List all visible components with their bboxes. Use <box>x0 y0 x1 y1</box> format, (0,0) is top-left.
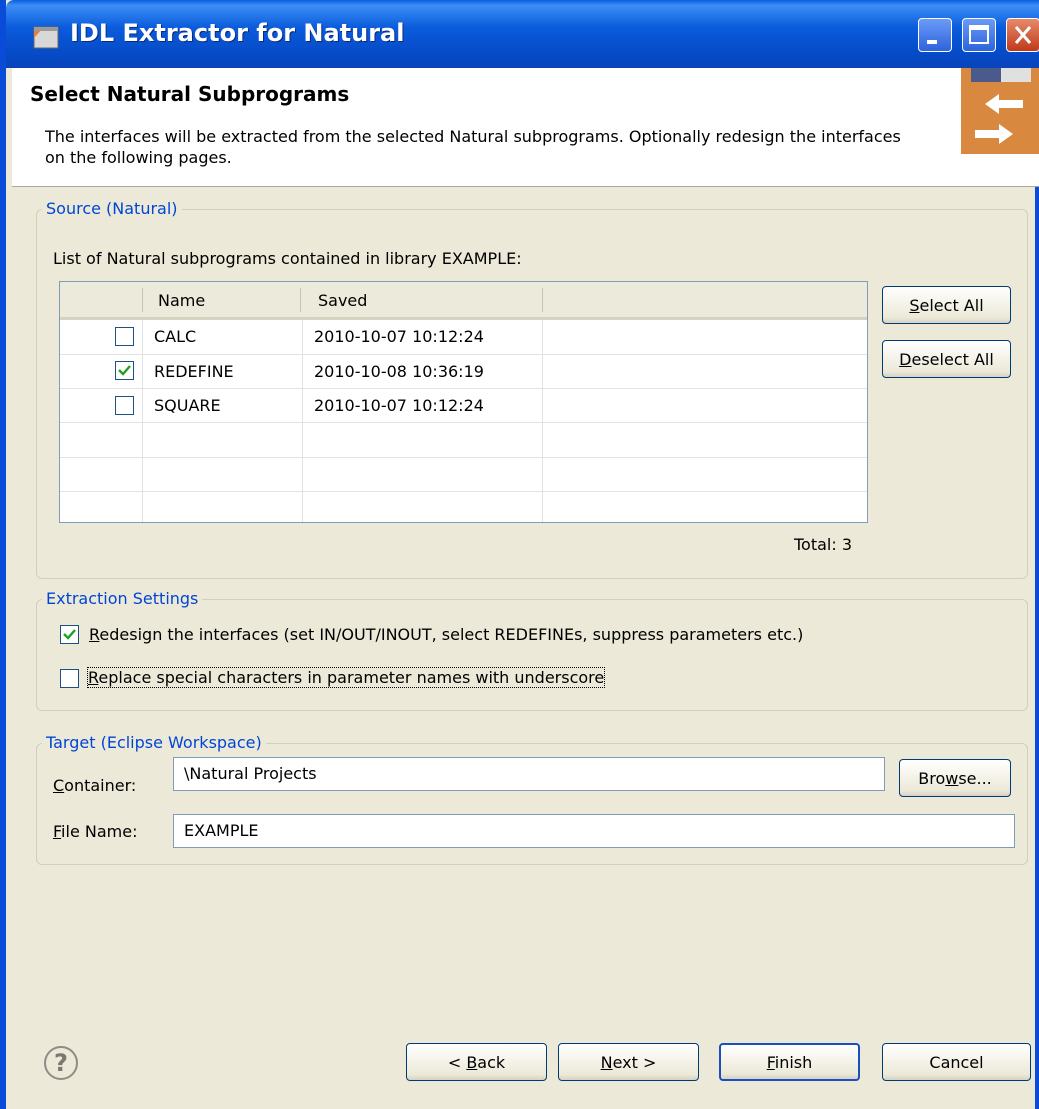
wizard-header: Select Natural Subprograms The interface… <box>12 68 1039 187</box>
label-text: edesign the interfaces (set IN/OUT/INOUT… <box>99 625 804 644</box>
row-name: SQUARE <box>154 396 221 415</box>
header-separator <box>542 288 543 312</box>
next-button[interactable]: Next > <box>558 1043 699 1081</box>
row-name: CALC <box>154 327 197 346</box>
page-description: The interfaces will be extracted from th… <box>45 127 901 167</box>
target-legend: Target (Eclipse Workspace) <box>42 733 266 752</box>
extraction-legend: Extraction Settings <box>42 589 203 608</box>
finish-button[interactable]: Finish <box>719 1043 860 1081</box>
back-button[interactable]: < Back <box>406 1043 547 1081</box>
redesign-label[interactable]: Redesign the interfaces (set IN/OUT/INOU… <box>89 625 803 644</box>
mnemonic: R <box>88 668 99 687</box>
table-header: Name Saved <box>60 282 867 320</box>
row-saved: 2010-10-07 10:12:24 <box>314 327 484 346</box>
list-label: List of Natural subprograms contained in… <box>53 249 522 268</box>
wizard-window: IDL Extractor for Natural Select Natural… <box>0 0 1039 1109</box>
label-text: ontainer: <box>64 776 137 795</box>
button-label: eselect All <box>911 349 994 369</box>
grid-line <box>60 354 867 355</box>
filename-label: File Name: <box>53 822 137 841</box>
header-separator <box>300 288 301 312</box>
row-checkbox-calc[interactable] <box>115 327 134 346</box>
column-header-name[interactable]: Name <box>158 291 205 310</box>
button-label: ext > <box>612 1052 657 1072</box>
row-saved: 2010-10-07 10:12:24 <box>314 396 484 415</box>
close-button[interactable] <box>1006 18 1039 52</box>
container-label: Container: <box>53 776 136 795</box>
button-label: inish <box>774 1052 813 1072</box>
header-separator <box>142 288 143 312</box>
wizard-banner-icon <box>961 68 1039 154</box>
maximize-icon <box>969 25 989 44</box>
container-input[interactable]: \Natural Projects <box>173 757 885 791</box>
button-label: ack <box>477 1052 506 1072</box>
minimize-icon <box>927 40 937 44</box>
row-checkbox-redefine[interactable] <box>115 361 134 380</box>
deselect-all-button[interactable]: Deselect All <box>882 340 1011 378</box>
page-title: Select Natural Subprograms <box>30 82 350 106</box>
button-label: se... <box>958 768 992 788</box>
grid-line <box>60 422 867 423</box>
total-count: Total: 3 <box>794 535 853 554</box>
title-bar[interactable]: IDL Extractor for Natural <box>6 0 1039 68</box>
cancel-button[interactable]: Cancel <box>882 1043 1031 1081</box>
grid-line <box>60 491 867 492</box>
redesign-checkbox[interactable] <box>60 625 79 644</box>
mnemonic: D <box>899 349 912 369</box>
column-header-saved[interactable]: Saved <box>318 291 367 310</box>
label-text: ile Name: <box>61 822 138 841</box>
mnemonic: R <box>89 625 100 644</box>
filename-input[interactable]: EXAMPLE <box>173 814 1015 848</box>
window-title: IDL Extractor for Natural <box>70 19 405 47</box>
checkmark-icon <box>63 629 76 640</box>
app-icon <box>33 26 59 49</box>
source-legend: Source (Natural) <box>42 199 182 218</box>
button-label: elect All <box>919 295 984 315</box>
row-saved: 2010-10-08 10:36:19 <box>314 362 484 381</box>
mnemonic: S <box>909 295 920 315</box>
help-icon[interactable]: ? <box>44 1046 78 1080</box>
mnemonic: B <box>466 1052 478 1072</box>
replace-label[interactable]: Replace special characters in parameter … <box>86 667 606 688</box>
mnemonic: w <box>945 768 959 788</box>
grid-line <box>60 388 867 389</box>
mnemonic: N <box>600 1052 613 1072</box>
close-icon <box>1014 26 1032 44</box>
row-name: REDEFINE <box>154 362 234 381</box>
mnemonic: C <box>53 776 65 795</box>
button-label: Bro <box>918 768 946 788</box>
checkmark-icon <box>118 365 131 376</box>
grid-line <box>60 457 867 458</box>
maximize-button[interactable] <box>962 18 996 52</box>
label-text: eplace special characters in parameter n… <box>98 668 605 687</box>
browse-button[interactable]: Browse... <box>899 759 1011 797</box>
row-checkbox-square[interactable] <box>115 396 134 415</box>
button-label: < <box>447 1052 467 1072</box>
mnemonic: F <box>766 1052 775 1072</box>
mnemonic: F <box>53 822 62 841</box>
subprogram-table[interactable]: Name Saved CALC 2010-10-07 10:12:24 REDE… <box>59 281 868 523</box>
replace-checkbox[interactable] <box>60 669 79 688</box>
select-all-button[interactable]: Select All <box>882 286 1011 324</box>
minimize-button[interactable] <box>918 18 952 52</box>
extraction-group <box>36 599 1028 711</box>
